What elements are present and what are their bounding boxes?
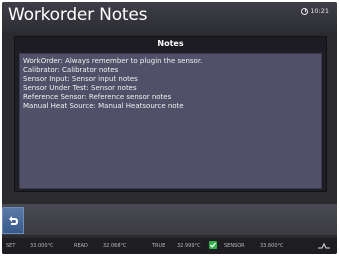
notes-text-area[interactable]: WorkOrder: Always remember to plugin the…	[19, 53, 322, 189]
button-bar	[2, 204, 337, 235]
set-value: 33.000°C	[30, 243, 54, 249]
back-arrow-icon	[9, 216, 18, 225]
read-value: 32.068°C	[103, 243, 127, 249]
note-manual-heat-source: Manual Heat Source: Manual Heatsource no…	[23, 102, 184, 110]
notes-header: Notes	[15, 37, 326, 51]
sensor-label: SENSOR	[224, 243, 245, 249]
clock-icon	[301, 7, 309, 15]
notes-panel: Notes WorkOrder: Always remember to plug…	[14, 36, 327, 192]
read-label: READ	[74, 243, 88, 249]
check-icon	[209, 241, 217, 249]
note-sensor-under-test: Sensor Under Test: Sensor notes	[23, 84, 137, 92]
status-bar: SET 33.000°C READ 32.068°C TRUE 32.999°C…	[2, 238, 337, 254]
note-reference-sensor: Reference Sensor: Reference sensor notes	[23, 93, 172, 101]
device-screen: Workorder Notes 10:21 Notes WorkOrder: A…	[2, 2, 337, 254]
page-title: Workorder Notes	[8, 5, 148, 25]
back-button[interactable]	[2, 207, 24, 234]
sensor-value: 33.600°C	[260, 243, 284, 249]
clock: 10:21	[301, 7, 329, 15]
set-label: SET	[6, 243, 16, 249]
signal-icon	[318, 242, 330, 249]
note-workorder: WorkOrder: Always remember to plugin the…	[23, 57, 203, 65]
clock-time: 10:21	[310, 7, 329, 15]
true-value: 32.999°C	[177, 243, 201, 249]
note-calibrator: Calibrator: Calibrator notes	[23, 66, 119, 74]
title-bar: Workorder Notes 10:21	[2, 2, 337, 33]
true-label: TRUE	[152, 243, 166, 249]
note-sensor-input: Sensor Input: Sensor input notes	[23, 75, 138, 83]
